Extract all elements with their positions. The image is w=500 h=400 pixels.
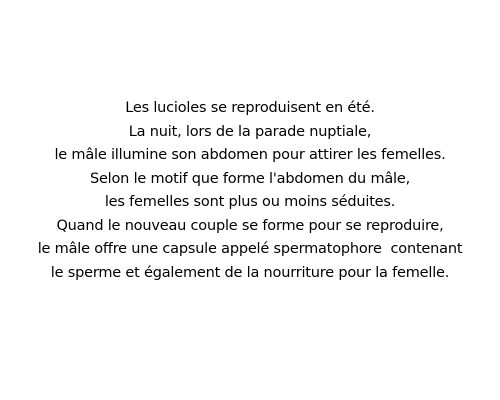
text-line: le mâle offre une capsule appelé spermat…: [37, 241, 463, 257]
text-line: le sperme et également de la nourriture …: [50, 264, 450, 281]
text-line: les femelles sont plus ou moins séduites…: [104, 194, 396, 210]
text-line: La nuit, lors de la parade nuptiale,: [128, 123, 372, 140]
text-line: Selon le motif que forme l'abdomen du mâ…: [89, 170, 411, 187]
text-line: Quand le nouveau couple se forme pour se…: [56, 217, 444, 234]
text-line: Les lucioles se reproduisent en été.: [125, 100, 375, 116]
text-line: le mâle illumine son abdomen pour attire…: [54, 147, 446, 163]
paragraph: Les lucioles se reproduisent en été. La …: [0, 97, 500, 285]
